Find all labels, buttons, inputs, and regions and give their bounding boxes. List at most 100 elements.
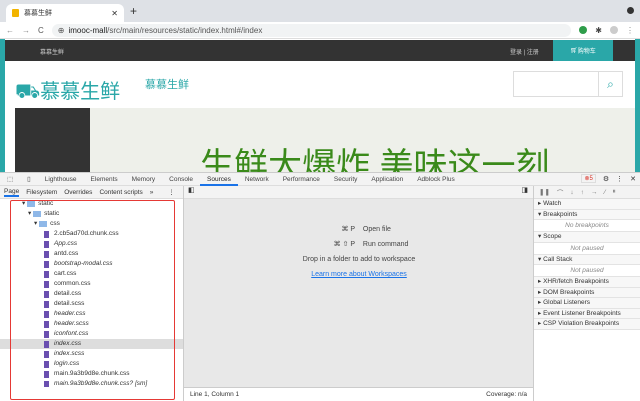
- section-label: Global Listeners: [543, 299, 591, 306]
- tab-adblock-plus[interactable]: Adblock Plus: [410, 173, 462, 186]
- url-path: /src/main/resources/static/index.html#/i…: [107, 25, 263, 35]
- toggle-navigator-icon[interactable]: ◧: [188, 187, 195, 194]
- devtools-panel: ⬚ ▯ Lighthouse Elements Memory Console S…: [0, 172, 640, 401]
- tab-network[interactable]: Network: [238, 173, 276, 186]
- devtools-tabs: ⬚ ▯ Lighthouse Elements Memory Console S…: [0, 173, 640, 186]
- settings-icon[interactable]: ⚙: [603, 175, 609, 183]
- section-event-listener-breakpoints[interactable]: ▸ Event Listener Breakpoints: [534, 308, 640, 319]
- section-label: Breakpoints: [543, 210, 578, 218]
- subtab-content-scripts[interactable]: Content scripts: [99, 189, 142, 196]
- auth-links: 登录 | 注册: [510, 50, 539, 56]
- url-input[interactable]: ⊕ imooc-mall/src/main/resources/static/in…: [51, 23, 572, 37]
- empty-message: Not paused: [534, 243, 640, 255]
- address-bar-row: ← → C ⊕ imooc-mall/src/main/resources/stati…: [0, 22, 640, 39]
- cart-label: 购物车: [577, 49, 596, 55]
- section-breakpoints[interactable]: ▾ Breakpoints: [534, 209, 640, 220]
- error-count: 5: [589, 176, 593, 182]
- register-link[interactable]: 注册: [527, 50, 539, 56]
- section-label: CSP Violation Breakpoints: [543, 320, 620, 327]
- globe-icon: ⊕: [57, 25, 65, 35]
- step-out-icon[interactable]: ↑: [581, 189, 584, 196]
- debugger-sidebar: ❚❚ ⌒ ↓ ↑ → ⁄ ⏸ ▸ Watch ▾ Breakpoints No breakp…: [533, 186, 640, 401]
- toggle-debugger-icon[interactable]: ◨: [521, 186, 528, 194]
- login-link[interactable]: 登录: [510, 50, 522, 56]
- section-global-listeners[interactable]: ▸ Global Listeners: [534, 298, 640, 309]
- forward-icon[interactable]: →: [22, 26, 30, 35]
- section-label: Call Stack: [543, 255, 573, 263]
- tab-sources[interactable]: Sources: [200, 173, 238, 186]
- banner[interactable]: 生鲜大爆炸,美味这一刻: [15, 108, 635, 185]
- pause-on-exceptions-icon[interactable]: ⏸: [613, 188, 616, 196]
- pause-icon[interactable]: ❚❚: [539, 188, 550, 196]
- shortcut-key: ⌘ P: [341, 226, 356, 233]
- devtools-actions: ⊗5 ⚙ ⋮ ✕: [581, 174, 636, 183]
- highlight-box: [10, 200, 175, 400]
- editor-area: ◧ ◨ ⌘ P Open file ⌘ ⇧ P Run command Drop …: [183, 186, 534, 387]
- tab-security[interactable]: Security: [327, 173, 364, 186]
- site-search-input[interactable]: ⌕: [513, 71, 623, 97]
- section-label: Watch: [543, 200, 562, 207]
- debugger-toolbar: ❚❚ ⌒ ↓ ↑ → ⁄ ⏸: [534, 186, 640, 199]
- empty-message: Not paused: [534, 265, 640, 277]
- editor-toolbar: ◧ ◨: [184, 186, 534, 199]
- evernote-extension-icon[interactable]: [579, 26, 588, 34]
- subtab-filesystem[interactable]: Filesystem: [26, 189, 57, 196]
- reload-icon[interactable]: C: [38, 26, 44, 35]
- back-icon[interactable]: ←: [6, 26, 14, 35]
- shortcut-key: ⌘ ⇧ P: [333, 241, 356, 248]
- more-tabs-button[interactable]: »: [150, 189, 154, 196]
- section-watch[interactable]: ▸ Watch: [534, 199, 640, 210]
- deactivate-breakpoints-icon[interactable]: ⁄: [604, 189, 605, 196]
- menu-icon[interactable]: ⋮: [626, 26, 634, 35]
- tab-performance[interactable]: Performance: [276, 173, 327, 186]
- learn-workspaces-link[interactable]: Learn more about Workspaces: [311, 271, 407, 278]
- section-label: XHR/fetch Breakpoints: [543, 278, 609, 285]
- cart-logo-icon: ⛟: [15, 81, 41, 103]
- device-toggle-icon[interactable]: ▯: [20, 173, 38, 186]
- search-icon[interactable]: ⌕: [598, 72, 622, 96]
- web-page: 慕慕生鲜 登录 | 注册 🛒︎ 购物车 ⛟慕慕生鲜 慕慕生鲜 ⌕ 生鲜大爆炸,美味…: [0, 39, 640, 185]
- url-host: imooc-mall: [68, 25, 108, 35]
- section-xhr-fetch-breakpoints[interactable]: ▸ XHR/fetch Breakpoints: [534, 277, 640, 288]
- new-tab-button[interactable]: +: [130, 4, 137, 18]
- close-tab-icon[interactable]: ✕: [111, 9, 118, 18]
- site-brand-link[interactable]: 慕慕生鲜: [40, 47, 64, 56]
- browser-tab[interactable]: 慕慕生鲜 ✕: [6, 4, 124, 22]
- profile-avatar[interactable]: [610, 26, 618, 34]
- tab-title: 慕慕生鲜: [24, 10, 52, 17]
- open-file-label: Open file: [362, 226, 391, 233]
- subtab-overrides[interactable]: Overrides: [64, 189, 92, 196]
- tab-lighthouse[interactable]: Lighthouse: [38, 173, 84, 186]
- tab-memory[interactable]: Memory: [125, 173, 162, 186]
- more-icon[interactable]: ⋮: [616, 175, 623, 183]
- site-top-nav: 慕慕生鲜 登录 | 注册 🛒︎ 购物车: [5, 40, 635, 61]
- tab-elements[interactable]: Elements: [84, 173, 125, 186]
- tab-application[interactable]: Application: [364, 173, 410, 186]
- navigator-menu-icon[interactable]: ⋮: [168, 188, 175, 196]
- banner-side-image: [15, 108, 90, 172]
- drop-folder-hint: Drop in a folder to add to workspace: [302, 256, 416, 263]
- coverage-status[interactable]: Coverage: n/a: [486, 391, 527, 398]
- browser-tab-bar: 慕慕生鲜 ✕ +: [0, 0, 640, 22]
- logo-text: 慕慕生鲜: [40, 81, 121, 103]
- editor-status-bar: Line 1, Column 1 Coverage: n/a: [183, 387, 533, 401]
- tab-console[interactable]: Console: [162, 173, 200, 186]
- section-dom-breakpoints[interactable]: ▸ DOM Breakpoints: [534, 287, 640, 298]
- section-call-stack[interactable]: ▾ Call Stack: [534, 254, 640, 265]
- step-icon[interactable]: →: [591, 189, 598, 196]
- section-scope[interactable]: ▾ Scope: [534, 232, 640, 243]
- navigator-tabs: Page Filesystem Overrides Content script…: [0, 186, 183, 199]
- extensions-icon[interactable]: ✱: [595, 26, 602, 35]
- site-logo[interactable]: ⛟慕慕生鲜: [15, 75, 120, 106]
- step-over-icon[interactable]: ⌒: [557, 187, 564, 197]
- step-into-icon[interactable]: ↓: [570, 189, 573, 196]
- error-count-badge[interactable]: ⊗5: [581, 174, 596, 183]
- subtab-page[interactable]: Page: [4, 188, 20, 197]
- cart-button[interactable]: 🛒︎ 购物车: [553, 40, 613, 61]
- section-csp-violation-breakpoints[interactable]: ▸ CSP Violation Breakpoints: [534, 319, 640, 330]
- inspect-icon[interactable]: ⬚: [0, 173, 20, 186]
- section-label: Event Listener Breakpoints: [543, 309, 621, 317]
- close-devtools-icon[interactable]: ✕: [630, 175, 636, 183]
- window-menu-icon[interactable]: [627, 7, 634, 14]
- section-label: DOM Breakpoints: [543, 288, 595, 296]
